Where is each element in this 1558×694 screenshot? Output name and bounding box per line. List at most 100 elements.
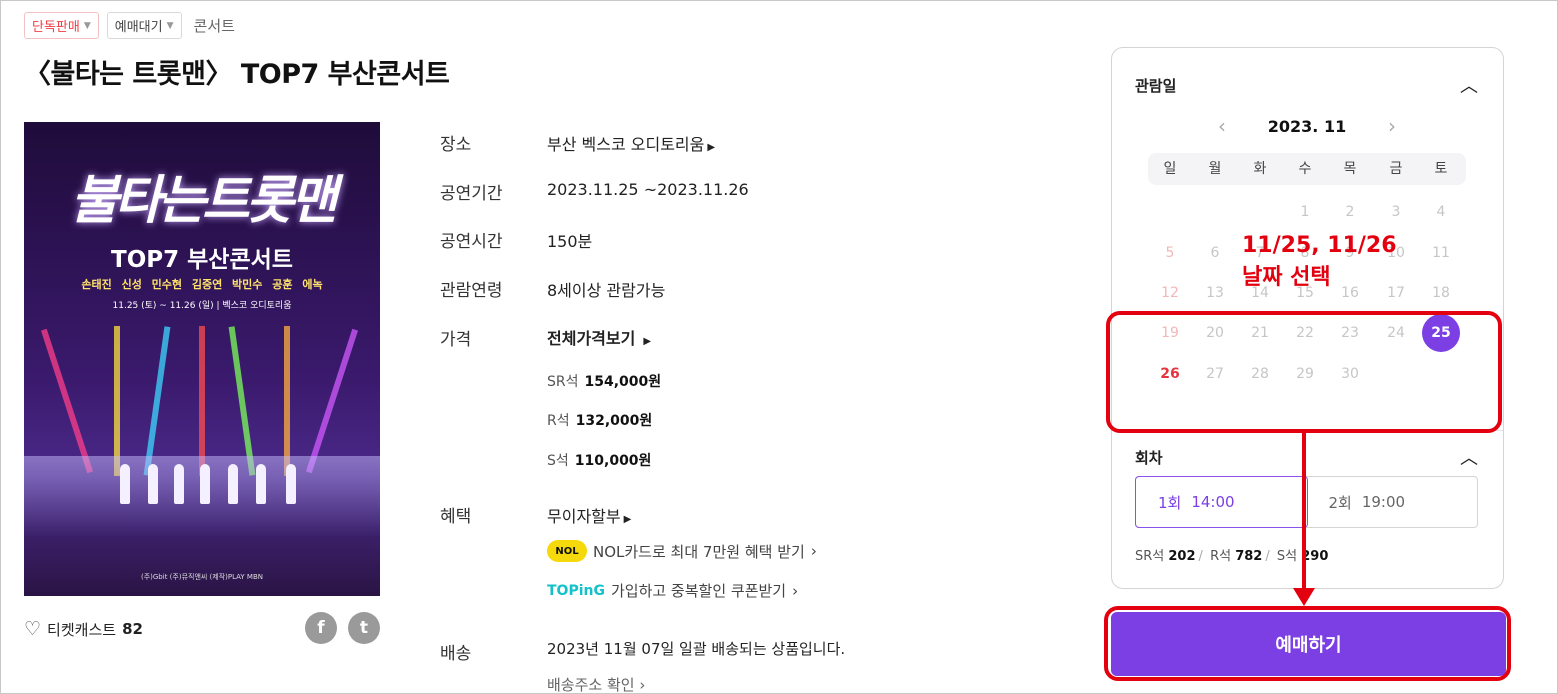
round-option-1[interactable]: 1회 14:00 bbox=[1135, 476, 1308, 528]
performer bbox=[120, 464, 130, 504]
round-time: 14:00 bbox=[1191, 493, 1235, 511]
poster-date: 11.25 (토) ~ 11.26 (일) | 벡스코 오디토리움 bbox=[112, 301, 292, 311]
book-button-highlight-box bbox=[1104, 606, 1511, 681]
round-time: 19:00 bbox=[1361, 493, 1406, 511]
seat-availability: SR석 202/ R석 782/ S석 290 bbox=[1135, 545, 1328, 564]
poster-image: 불타는트롯맨 TOP7 부산콘서트 손태진 신성 민수현 김중연 박민수 공훈 … bbox=[24, 122, 380, 596]
seat-count: 202 bbox=[1168, 549, 1196, 564]
age-value: 8세이상 관람가능 bbox=[547, 281, 666, 300]
waitlist-chip-label: 예매대기 bbox=[114, 20, 163, 35]
venue-label: 장소 bbox=[440, 135, 472, 155]
weekday-label: 화 bbox=[1253, 161, 1267, 177]
caret-right-icon: ▶ bbox=[623, 514, 632, 525]
period-label: 공연기간 bbox=[440, 184, 503, 204]
installment-label: 무이자할부 bbox=[547, 507, 621, 526]
calendar-day[interactable]: 6 bbox=[1196, 234, 1234, 272]
facebook-icon[interactable]: f bbox=[305, 612, 337, 644]
annotation-line: 11/25, 11/26 bbox=[1242, 233, 1397, 258]
seat-grade: SR석 bbox=[1135, 549, 1165, 564]
exclusive-chip-label: 단독판매 bbox=[32, 20, 80, 35]
chevron-up-icon[interactable]: ︿ bbox=[1460, 444, 1478, 470]
ticketcast-label: 티켓캐스트 bbox=[47, 620, 117, 639]
twitter-icon[interactable]: t bbox=[348, 612, 380, 644]
date-section-title: 관람일 bbox=[1135, 77, 1177, 95]
exclusive-chip[interactable]: 단독판매 ▼ bbox=[24, 12, 99, 39]
heart-icon[interactable]: ♡ bbox=[24, 618, 41, 640]
seat-grade: R석 bbox=[1210, 549, 1232, 564]
price-label: 가격 bbox=[440, 330, 472, 350]
poster-title: 불타는트롯맨 bbox=[70, 171, 337, 231]
seat-grade: R석 bbox=[547, 413, 570, 429]
chevron-down-icon: ▼ bbox=[166, 20, 174, 31]
toping-benefit-text: 가입하고 중복할인 쿠폰받기 bbox=[610, 582, 787, 600]
seat-grade: S석 bbox=[547, 453, 569, 469]
delivery-value: 2023년 11월 07일 일괄 배송되는 상품입니다. bbox=[547, 640, 846, 658]
weekday-header: 일 월 화 수 목 금 토 bbox=[1148, 153, 1466, 185]
weekday-label: 월 bbox=[1208, 161, 1222, 177]
round-section-title: 회차 bbox=[1135, 449, 1163, 467]
page-title: 〈불타는 트롯맨〉 TOP7 부산콘서트 bbox=[24, 59, 450, 90]
calendar-day[interactable]: 18 bbox=[1422, 274, 1460, 312]
seat-count: 782 bbox=[1235, 549, 1263, 564]
nol-logo: NOL bbox=[547, 540, 587, 562]
seat-grade: S석 bbox=[1276, 549, 1298, 564]
date-highlight-box bbox=[1106, 311, 1502, 433]
venue-link[interactable]: 부산 벡스코 오디토리움 ▶ bbox=[547, 131, 715, 155]
nol-card-benefit[interactable]: NOL NOL카드로 최대 7만원 혜택 받기 › bbox=[547, 540, 817, 562]
benefit-label: 혜택 bbox=[440, 507, 472, 527]
separator: / bbox=[1265, 549, 1270, 564]
installment-link[interactable]: 무이자할부 ▶ bbox=[547, 503, 631, 527]
light-beam bbox=[143, 326, 171, 476]
next-month-icon[interactable]: › bbox=[1388, 114, 1396, 138]
price-row: SR석 154,000원 bbox=[547, 371, 661, 391]
calendar-day[interactable]: 5 bbox=[1151, 234, 1189, 272]
light-beam bbox=[199, 326, 205, 476]
toping-benefit[interactable]: TOPinG 가입하고 중복할인 쿠폰받기 › bbox=[547, 580, 798, 601]
light-beam bbox=[114, 326, 120, 476]
poster-subtitle: TOP7 부산콘서트 bbox=[111, 247, 293, 273]
current-month: 2023. 11 bbox=[1267, 116, 1347, 136]
weekday-label: 토 bbox=[1434, 161, 1448, 177]
performer bbox=[174, 464, 184, 504]
prev-month-icon[interactable]: ‹ bbox=[1218, 114, 1226, 138]
delivery-address-label: 배송주소 확인 bbox=[547, 676, 635, 694]
category-crumb[interactable]: 콘서트 bbox=[194, 15, 235, 36]
caret-right-icon: ▶ bbox=[643, 336, 652, 347]
calendar-day[interactable]: 2 bbox=[1331, 193, 1369, 231]
calendar-day[interactable]: 11 bbox=[1422, 234, 1460, 272]
performer bbox=[148, 464, 158, 504]
calendar-day[interactable]: 13 bbox=[1196, 274, 1234, 312]
round-selector: 1회 14:00 2회 19:00 bbox=[1135, 476, 1478, 528]
annotation-line: 날짜 선택 bbox=[1242, 265, 1331, 290]
price-row: S석 110,000원 bbox=[547, 450, 651, 470]
waitlist-chip[interactable]: 예매대기 ▼ bbox=[106, 12, 182, 39]
calendar-day[interactable]: 1 bbox=[1286, 193, 1324, 231]
light-beam bbox=[305, 328, 359, 474]
delivery-label: 배송 bbox=[440, 644, 472, 664]
calendar-day[interactable]: 3 bbox=[1377, 193, 1415, 231]
performer bbox=[256, 464, 266, 504]
runtime-value: 150분 bbox=[547, 232, 593, 251]
breadcrumb: 단독판매 ▼ 예매대기 ▼ 콘서트 bbox=[24, 12, 235, 39]
ticketcast[interactable]: ♡ 티켓캐스트 82 bbox=[24, 618, 143, 640]
ticketcast-count: 82 bbox=[122, 620, 143, 638]
seat-price: 110,000원 bbox=[574, 453, 652, 469]
chevron-right-icon: › bbox=[792, 581, 799, 600]
calendar-day[interactable]: 12 bbox=[1151, 274, 1189, 312]
calendar-day[interactable]: 4 bbox=[1422, 193, 1460, 231]
age-label: 관람연령 bbox=[440, 281, 503, 301]
seat-price: 154,000원 bbox=[584, 374, 662, 390]
price-all-label: 전체가격보기 bbox=[547, 329, 636, 348]
separator: / bbox=[1198, 549, 1203, 564]
chevron-up-icon[interactable]: ︿ bbox=[1460, 72, 1478, 98]
toping-logo: TOPinG bbox=[547, 582, 605, 599]
price-all-link[interactable]: 전체가격보기 ▶ bbox=[547, 325, 651, 349]
nol-benefit-text: NOL카드로 최대 7만원 혜택 받기 bbox=[593, 542, 805, 561]
light-beam bbox=[228, 326, 256, 476]
round-option-2[interactable]: 2회 19:00 bbox=[1307, 477, 1478, 527]
annotation-arrow-head bbox=[1293, 588, 1315, 606]
delivery-address-link[interactable]: 배송주소 확인 › bbox=[547, 674, 645, 694]
performer bbox=[200, 464, 210, 504]
performer bbox=[286, 464, 296, 504]
seat-price: 132,000원 bbox=[575, 413, 653, 429]
